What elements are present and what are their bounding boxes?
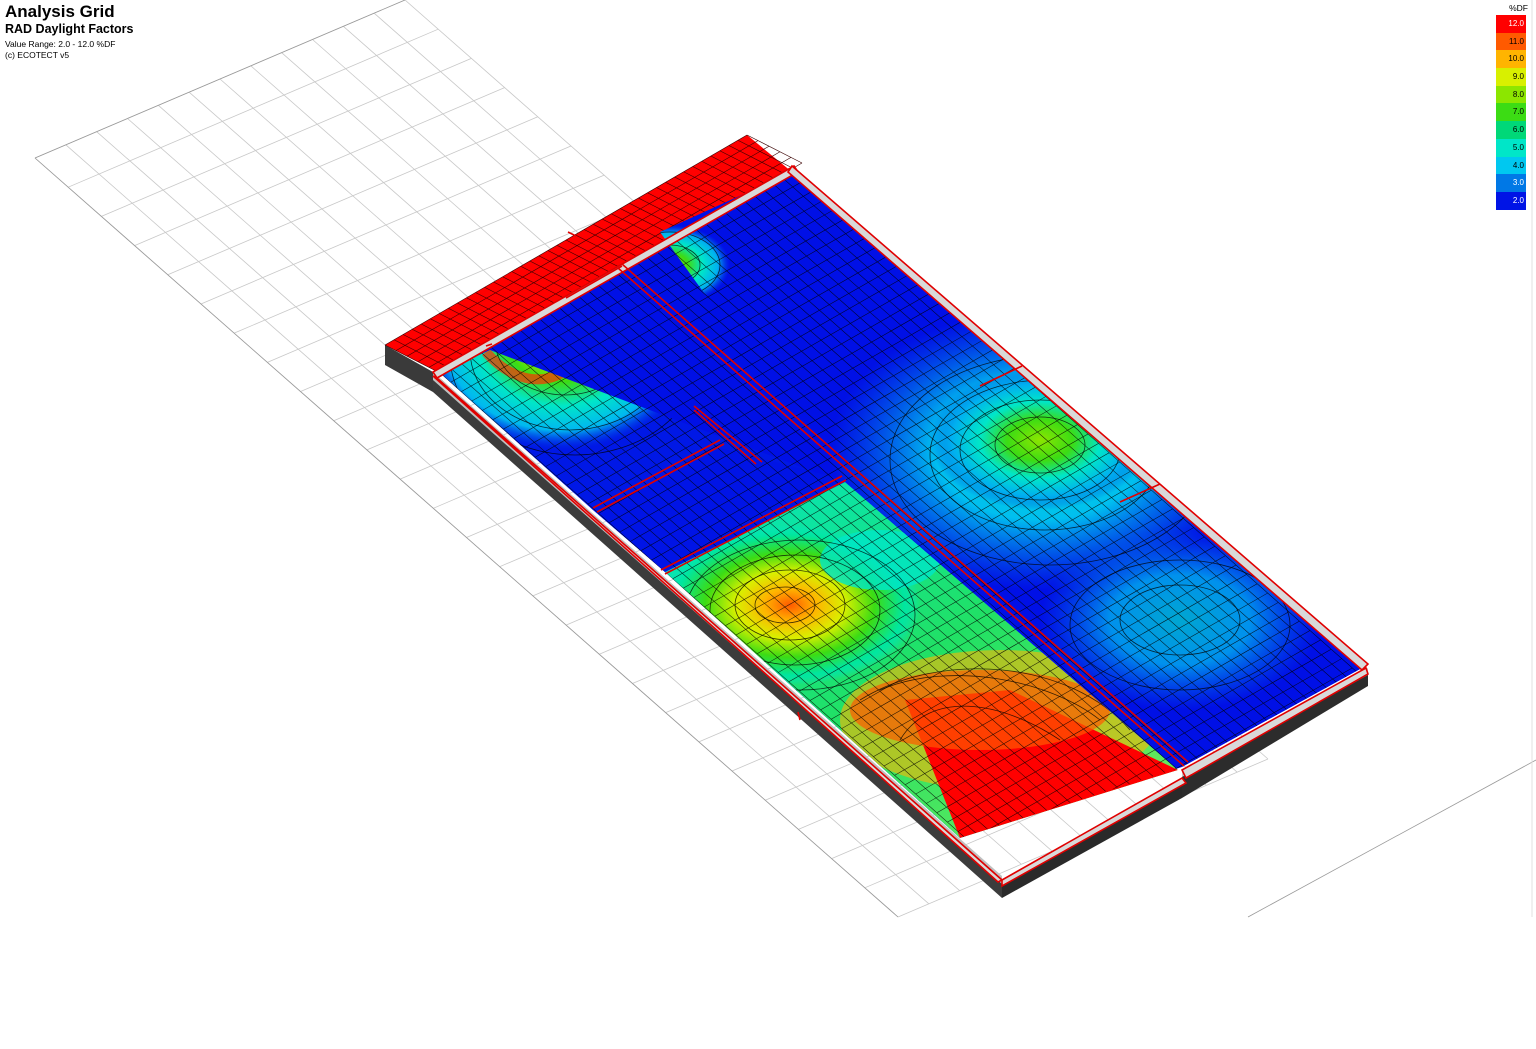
legend-value-label: 7.0	[1512, 107, 1524, 117]
legend-swatch: 5.0	[1496, 138, 1526, 157]
legend-value-label: 2.0	[1512, 195, 1524, 205]
legend-swatch: 6.0	[1496, 121, 1526, 139]
legend-value-label: 8.0	[1512, 89, 1524, 99]
daylight-analysis-scene	[34, 0, 1536, 918]
legend-value-label: 5.0	[1512, 142, 1524, 152]
legend-swatch: 4.0	[1496, 156, 1526, 175]
legend-swatch: 3.0	[1496, 174, 1526, 192]
legend-value-label: 10.0	[1508, 54, 1524, 64]
legend-unit-label: %DF	[1509, 3, 1528, 13]
legend-swatch: 2.0	[1496, 191, 1526, 210]
legend-value-label: 6.0	[1512, 125, 1524, 135]
chart-subtitle: RAD Daylight Factors	[5, 22, 134, 36]
chart-title: Analysis Grid	[5, 2, 115, 21]
value-range-label: Value Range: 2.0 - 12.0 %DF	[5, 39, 116, 49]
legend-value-label: 12.0	[1508, 19, 1524, 28]
legend-swatch: 8.0	[1496, 85, 1526, 104]
legend-value-label: 9.0	[1512, 72, 1524, 82]
legend-value-label: 3.0	[1512, 178, 1524, 188]
legend-swatch: 10.0	[1496, 50, 1526, 69]
legend-swatch: 9.0	[1496, 68, 1526, 86]
copyright-label: (c) ECOTECT v5	[5, 50, 70, 60]
color-legend: 12.0 11.0 10.0 9.0 8.0 7.0 6.0 5.0 4.0 3.0 2.0	[1496, 15, 1526, 210]
analysis-viewport: Analysis Grid RAD Daylight Factors Value…	[0, 0, 1536, 1049]
legend-swatch: 7.0	[1496, 103, 1526, 122]
legend-value-label: 11.0	[1509, 36, 1524, 46]
legend-value-label: 4.0	[1512, 160, 1524, 170]
legend-swatch: 12.0	[1496, 15, 1526, 33]
legend-swatch: 11.0	[1496, 32, 1526, 51]
